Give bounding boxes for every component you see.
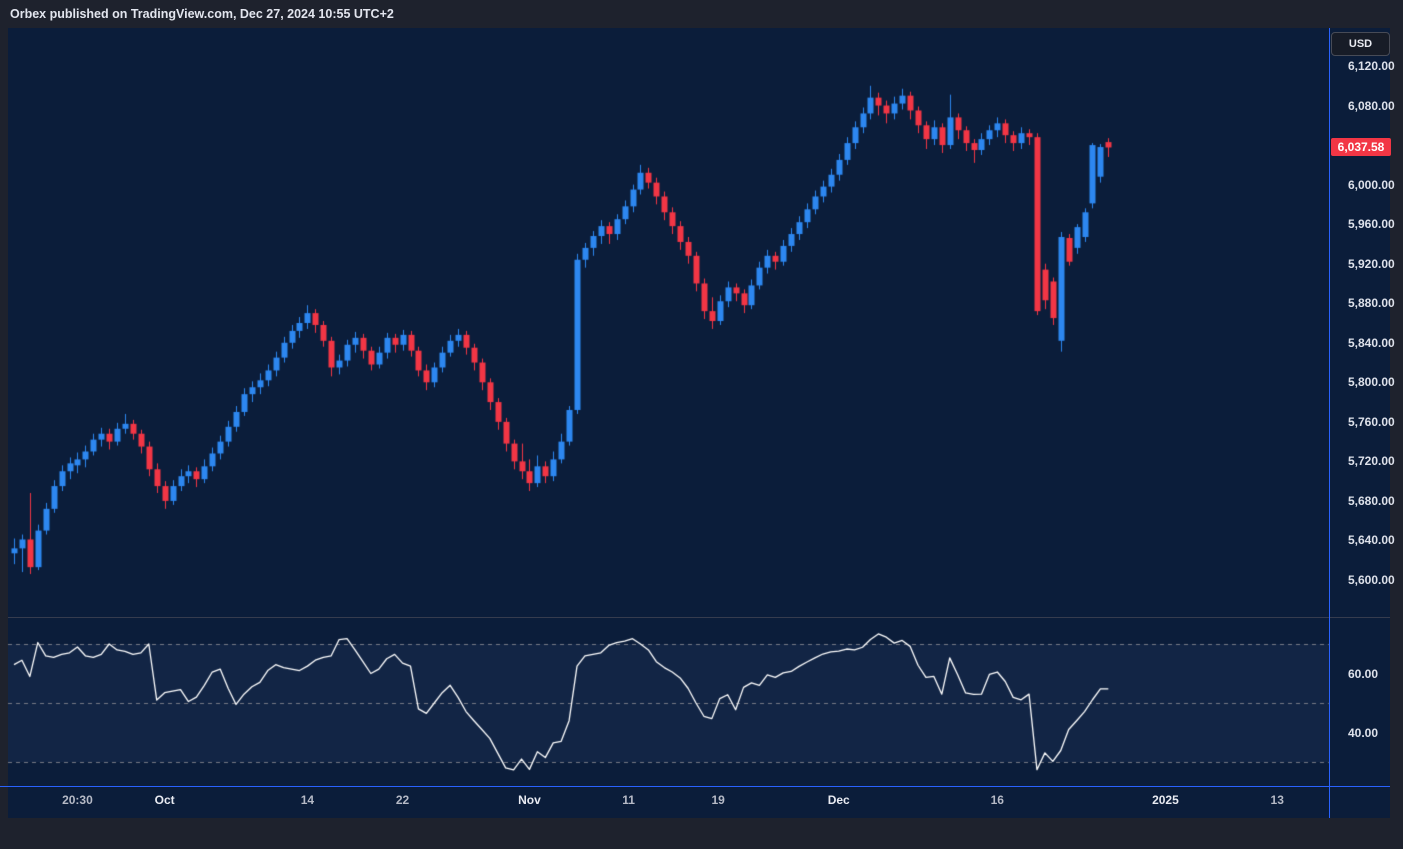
price-tick-label: 5,680.00 bbox=[1348, 493, 1395, 508]
price-tick-label: 5,760.00 bbox=[1348, 414, 1395, 429]
time-tick-label: 19 bbox=[711, 793, 725, 807]
time-tick-label: Nov bbox=[518, 793, 541, 807]
pane-separator[interactable] bbox=[8, 617, 1390, 618]
time-tick-label: 14 bbox=[300, 793, 315, 807]
price-chart-canvas[interactable] bbox=[0, 0, 1403, 849]
price-tick-label: 5,720.00 bbox=[1348, 454, 1395, 469]
time-tick-label: Oct bbox=[154, 793, 175, 807]
price-tick-label: 5,840.00 bbox=[1348, 335, 1395, 350]
price-tick-label: 5,960.00 bbox=[1348, 217, 1395, 232]
last-price-badge: 6,037.58 bbox=[1331, 138, 1391, 156]
time-tick-label: 20:30 bbox=[62, 793, 93, 807]
price-tick-label: 6,000.00 bbox=[1348, 177, 1395, 192]
time-tick-label: 16 bbox=[990, 793, 1004, 807]
price-tick-label: 5,600.00 bbox=[1348, 573, 1395, 587]
price-tick-label: 5,880.00 bbox=[1348, 296, 1395, 311]
price-axis-border bbox=[1329, 28, 1330, 818]
price-tick-label: 6,120.00 bbox=[1348, 59, 1395, 73]
price-tick-label: 5,640.00 bbox=[1348, 533, 1395, 548]
time-tick-label: 13 bbox=[1270, 793, 1284, 807]
rsi-tick-label: 40.00 bbox=[1348, 725, 1379, 740]
time-tick-label: 22 bbox=[395, 793, 410, 807]
time-axis-border bbox=[0, 786, 1390, 787]
tradingview-chart-window: Orbex published on TradingView.com, Dec … bbox=[0, 0, 1403, 849]
time-tick-label: Dec bbox=[827, 793, 850, 807]
time-tick-label: 2025 bbox=[1152, 793, 1179, 807]
price-tick-label: 5,800.00 bbox=[1348, 375, 1395, 390]
currency-toggle-button[interactable]: USD bbox=[1331, 32, 1390, 56]
time-tick-label: 11 bbox=[622, 793, 635, 807]
price-tick-label: 5,920.00 bbox=[1348, 256, 1395, 271]
footer-bar: TradingView bbox=[0, 818, 1403, 849]
price-tick-label: 6,080.00 bbox=[1348, 98, 1395, 113]
rsi-tick-label: 60.00 bbox=[1348, 666, 1379, 681]
